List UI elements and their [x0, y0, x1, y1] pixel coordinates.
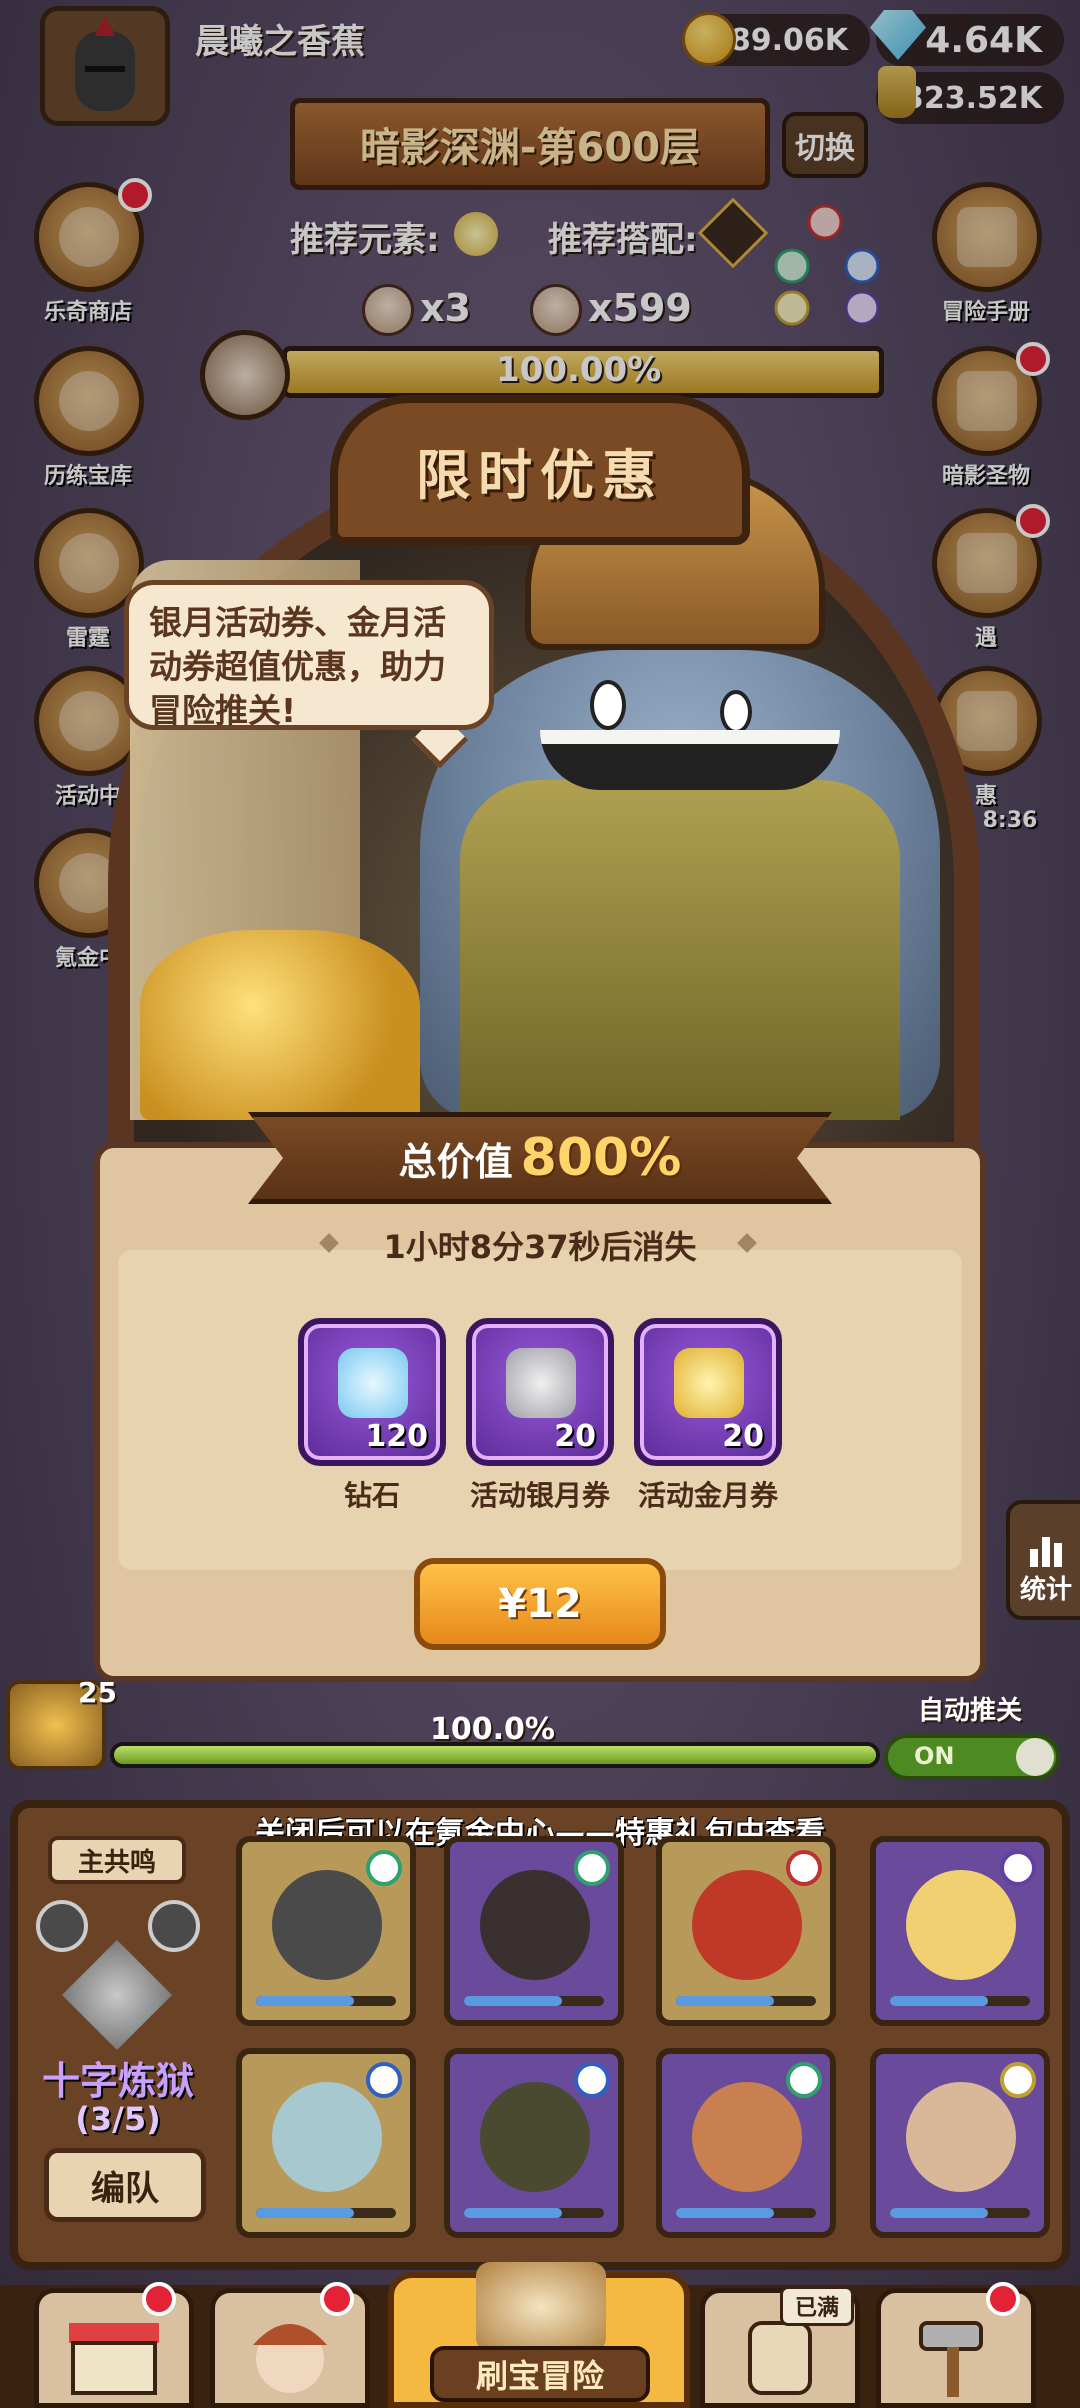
buy-button[interactable]: ¥12 [414, 1558, 666, 1650]
hero-hp-bar [256, 1996, 396, 2006]
gold-coins-pile [140, 930, 420, 1120]
hero-element-icon [1000, 2062, 1036, 2098]
hero-hp-fill [256, 2208, 354, 2218]
hero-portrait [272, 1870, 382, 1980]
hero-hp-bar [464, 2208, 604, 2218]
team-title: 十字炼狱 [41, 2059, 194, 2103]
merchant-cloak [460, 780, 900, 1120]
hero-card[interactable] [870, 2048, 1050, 2238]
hero-element-icon [574, 1850, 610, 1886]
formation-button[interactable]: 编队 [44, 2148, 206, 2222]
hero-element-icon [786, 1850, 822, 1886]
hero-card[interactable] [656, 2048, 836, 2238]
total-value-percent: 800% [520, 1128, 682, 1188]
hero-hp-fill [890, 1996, 988, 2006]
offer-item-diamond[interactable]: 120 [298, 1318, 446, 1466]
hero-hp-fill [676, 1996, 774, 2006]
hero-hp-fill [464, 2208, 562, 2218]
offer-timer: 1小时8分37秒后消失 [383, 1228, 697, 1266]
merchant-grin [540, 730, 840, 790]
hero-hp-fill [464, 1996, 562, 2006]
hero-hp-bar [676, 1996, 816, 2006]
silver-scroll-icon [506, 1348, 576, 1418]
offer-item-count: 20 [554, 1419, 596, 1454]
hero-card[interactable] [236, 1836, 416, 2026]
hero-portrait [906, 1870, 1016, 1980]
hero-portrait [906, 2082, 1016, 2192]
merchant-eye-left [590, 680, 626, 730]
hero-element-icon [786, 2062, 822, 2098]
hero-hp-bar [890, 1996, 1030, 2006]
nav-hero-notification [320, 2282, 354, 2316]
team-resonance-name: 主共鸣 [48, 1836, 186, 1884]
wave-progress-fill [114, 1746, 876, 1764]
total-value-ribbon: 总价值 800% [248, 1112, 832, 1204]
hero-element-icon [574, 2062, 610, 2098]
bag-full-badge: 已满 [780, 2286, 854, 2326]
sun-element-icon [36, 1900, 88, 1952]
team-count: (3/5) [75, 2100, 161, 2138]
limited-offer-title: 限时优惠 [416, 443, 664, 507]
hero-portrait [692, 2082, 802, 2192]
hero-element-icon [366, 1850, 402, 1886]
offer-item-label: 钻石 [343, 1479, 400, 1512]
moon-element-icon [148, 1900, 200, 1952]
hero-portrait [480, 1870, 590, 1980]
hero-hp-bar [890, 2208, 1030, 2218]
stats-label: 统计 [1019, 1575, 1072, 1605]
hero-card[interactable] [236, 2048, 416, 2238]
offer-item-silver-scroll[interactable]: 20 [466, 1318, 614, 1466]
auto-push-label: 自动推关 [918, 1696, 1023, 1726]
diamond-icon [338, 1348, 408, 1418]
offer-item-count: 120 [365, 1419, 428, 1454]
bar-chart-icon [1030, 1537, 1062, 1567]
nav-adventure-label: 刷宝冒险 [430, 2346, 650, 2402]
hero-card[interactable] [870, 1836, 1050, 2026]
nav-shop-notification [142, 2282, 176, 2316]
chest-count: 25 [78, 1676, 117, 1709]
hero-hp-fill [256, 1996, 354, 2006]
offer-item-count: 20 [722, 1419, 764, 1454]
auto-push-state: ON [914, 1742, 955, 1770]
speech-bubble: 银月活动券、金月活动券超值优惠，助力冒险推关! [124, 580, 494, 730]
hero-element-icon [1000, 1850, 1036, 1886]
hero-hp-bar [676, 2208, 816, 2218]
nav-forge-notification [986, 2282, 1020, 2316]
hero-element-icon [366, 2062, 402, 2098]
hero-hp-fill [676, 2208, 774, 2218]
gold-scroll-icon [674, 1348, 744, 1418]
wave-progress-text: 100.0% [430, 1712, 555, 1747]
total-value-label: 总价值 [398, 1139, 513, 1184]
limited-offer-sign: 限时优惠 [330, 395, 750, 545]
hero-portrait [692, 1870, 802, 1980]
merchant-eye-right [720, 690, 752, 734]
auto-push-toggle[interactable]: ON [884, 1734, 1060, 1780]
hero-card[interactable] [656, 1836, 836, 2026]
offer-item-label: 活动银月券 [469, 1479, 610, 1512]
stats-button[interactable]: 统计 [1006, 1500, 1080, 1620]
hero-card[interactable] [444, 1836, 624, 2026]
hero-portrait [480, 2082, 590, 2192]
offer-item-label: 活动金月券 [637, 1479, 778, 1512]
hero-hp-fill [890, 2208, 988, 2218]
hero-card[interactable] [444, 2048, 624, 2238]
toggle-knob [1016, 1738, 1054, 1776]
hero-hp-bar [464, 1996, 604, 2006]
hero-portrait [272, 2082, 382, 2192]
treasure-map-icon [476, 2262, 606, 2352]
offer-item-gold-scroll[interactable]: 20 [634, 1318, 782, 1466]
hero-hp-bar [256, 2208, 396, 2218]
